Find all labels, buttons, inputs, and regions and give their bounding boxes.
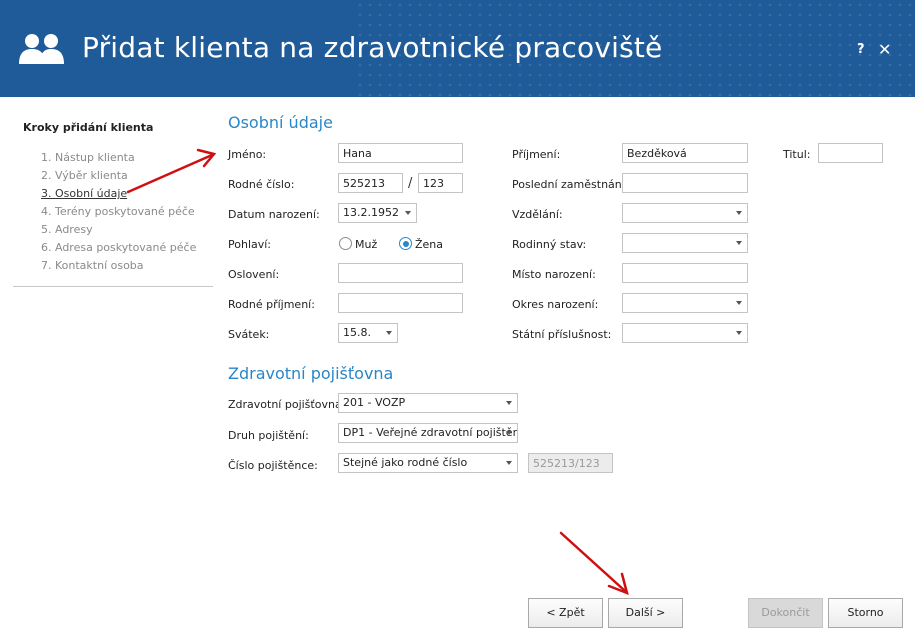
prijmeni-input[interactable] <box>622 143 748 163</box>
step-item[interactable]: 2. Výběr klienta <box>41 169 196 187</box>
misto-narozeni-label: Místo narození: <box>512 268 596 281</box>
chevron-down-icon <box>506 461 512 465</box>
rodne-prijmeni-input[interactable] <box>338 293 463 313</box>
rodne-prijmeni-label: Rodné příjmení: <box>228 298 315 311</box>
rodne-cislo-separator: / <box>408 176 413 191</box>
step-item-active[interactable]: 3. Osobní údaje <box>41 187 196 205</box>
dialog-header: Přidat klienta na zdravotnické pracovišt… <box>0 0 915 97</box>
cislo-pojistence-select-value: Stejné jako rodné číslo <box>343 456 468 469</box>
muz-label: Muž <box>355 238 378 251</box>
osloveni-label: Oslovení: <box>228 268 280 281</box>
step-item[interactable]: 1. Nástup klienta <box>41 151 196 169</box>
close-button[interactable]: ✕ <box>878 40 891 59</box>
cislo-pojistence-label: Číslo pojištěnce: <box>228 459 318 472</box>
vzdelani-label: Vzdělání: <box>512 208 563 221</box>
rodinny-stav-label: Rodinný stav: <box>512 238 587 251</box>
step-item[interactable]: 4. Terény poskytované péče <box>41 205 196 223</box>
datum-narozeni-value: 13.2.1952 <box>343 206 399 219</box>
radio-muz[interactable] <box>339 237 352 250</box>
rodne-cislo-suffix-input[interactable] <box>418 173 463 193</box>
svatek-select[interactable]: 15.8. <box>338 323 398 343</box>
steps-list: 1. Nástup klienta 2. Výběr klienta 3. Os… <box>41 151 196 277</box>
svatek-label: Svátek: <box>228 328 270 341</box>
chevron-down-icon <box>506 431 512 435</box>
sidebar-divider <box>13 286 213 287</box>
rodne-cislo-input[interactable] <box>338 173 403 193</box>
steps-title: Kroky přidání klienta <box>23 121 154 134</box>
statni-prislusnost-select[interactable] <box>622 323 748 343</box>
prijmeni-label: Příjmení: <box>512 148 561 161</box>
chevron-down-icon <box>736 301 742 305</box>
statni-prislusnost-label: Státní příslušnost: <box>512 328 612 341</box>
help-button[interactable]: ? <box>857 42 865 57</box>
misto-narozeni-input[interactable] <box>622 263 748 283</box>
rodinny-stav-select[interactable] <box>622 233 748 253</box>
vzdelani-select[interactable] <box>622 203 748 223</box>
pojistovna-value: 201 - VOZP <box>343 396 406 409</box>
step-item[interactable]: 6. Adresa poskytované péče <box>41 241 196 259</box>
cislo-pojistence-select[interactable]: Stejné jako rodné číslo <box>338 453 518 473</box>
finish-button: Dokončit <box>748 598 823 628</box>
chevron-down-icon <box>386 331 392 335</box>
chevron-down-icon <box>736 241 742 245</box>
jmeno-label: Jméno: <box>228 148 267 161</box>
druh-pojisteni-value: DP1 - Veřejné zdravotní pojištění <box>343 426 518 439</box>
next-button[interactable]: Další > <box>608 598 683 628</box>
chevron-down-icon <box>736 331 742 335</box>
radio-zena[interactable] <box>399 237 412 250</box>
users-icon <box>19 34 64 64</box>
chevron-down-icon <box>506 401 512 405</box>
section-title-insurance: Zdravotní pojišťovna <box>228 364 394 383</box>
dialog-title: Přidat klienta na zdravotnické pracovišt… <box>82 31 663 64</box>
zena-label: Žena <box>415 238 444 251</box>
datum-narozeni-picker[interactable]: 13.2.1952 <box>338 203 417 223</box>
step-item[interactable]: 5. Adresy <box>41 223 196 241</box>
back-button[interactable]: < Zpět <box>528 598 603 628</box>
jmeno-input[interactable] <box>338 143 463 163</box>
posledni-zamestnani-label: Poslední zaměstnání: <box>512 178 629 191</box>
chevron-down-icon <box>736 211 742 215</box>
section-title-personal: Osobní údaje <box>228 113 333 132</box>
osloveni-input[interactable] <box>338 263 463 283</box>
okres-narozeni-select[interactable] <box>622 293 748 313</box>
pojistovna-select[interactable]: 201 - VOZP <box>338 393 518 413</box>
posledni-zamestnani-input[interactable] <box>622 173 748 193</box>
arrow-to-next-icon <box>559 531 629 596</box>
druh-pojisteni-label: Druh pojištění: <box>228 429 309 442</box>
step-item[interactable]: 7. Kontaktní osoba <box>41 259 196 277</box>
titul-input[interactable] <box>818 143 883 163</box>
datum-narozeni-label: Datum narození: <box>228 208 320 221</box>
okres-narozeni-label: Okres narození: <box>512 298 599 311</box>
cislo-pojistence-input <box>528 453 613 473</box>
druh-pojisteni-select[interactable]: DP1 - Veřejné zdravotní pojištění <box>338 423 518 443</box>
pohlavi-label: Pohlaví: <box>228 238 272 251</box>
rodne-cislo-label: Rodné číslo: <box>228 178 295 191</box>
pojistovna-label: Zdravotní pojišťovna: <box>228 398 346 411</box>
titul-label: Titul: <box>783 148 811 161</box>
chevron-down-icon <box>405 211 411 215</box>
cancel-button[interactable]: Storno <box>828 598 903 628</box>
svatek-value: 15.8. <box>343 326 371 339</box>
